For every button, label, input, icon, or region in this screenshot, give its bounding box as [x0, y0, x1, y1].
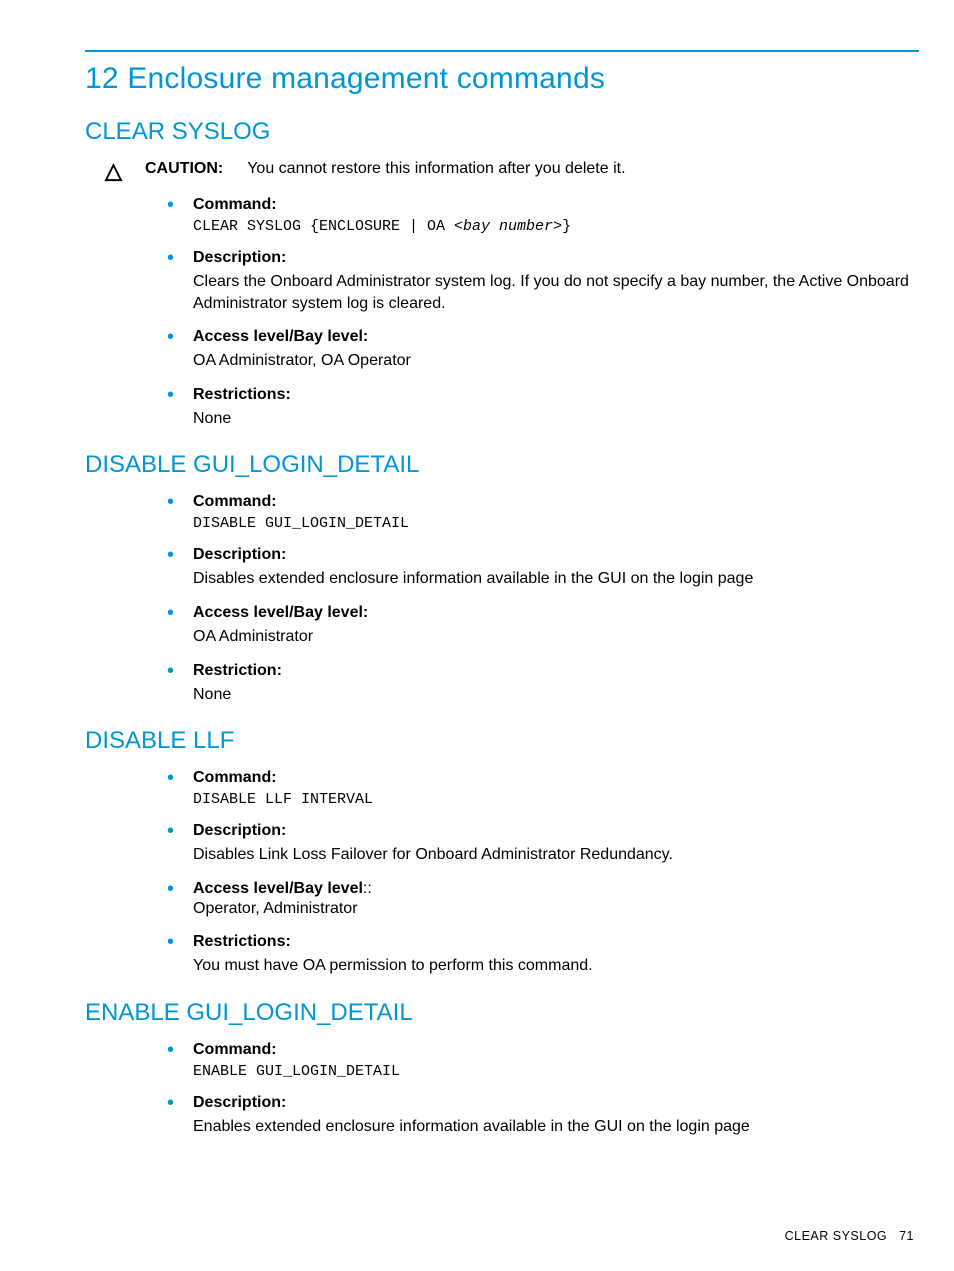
item-label: Description:	[193, 1094, 919, 1112]
item-label: Command:	[193, 769, 919, 787]
sections-container: CLEAR SYSLOG △CAUTION: You cannot restore …	[85, 118, 919, 1138]
item-code: DISABLE GUI_LOGIN_DETAIL	[193, 515, 919, 532]
section-heading: DISABLE LLF	[85, 727, 919, 755]
list-item: Command: CLEAR SYSLOG {ENCLOSURE | OA <ba…	[167, 196, 919, 235]
item-body: None	[193, 408, 919, 430]
caution-text: You cannot restore this information afte…	[247, 160, 625, 178]
list-item: Command: DISABLE LLF INTERVAL	[167, 769, 919, 808]
item-list: Command: CLEAR SYSLOG {ENCLOSURE | OA <ba…	[167, 196, 919, 429]
list-item: Access level/Bay level: OA Administrator,…	[167, 328, 919, 372]
item-code: ENABLE GUI_LOGIN_DETAIL	[193, 1063, 919, 1080]
item-label: Restriction:	[193, 662, 919, 680]
item-label: Command:	[193, 493, 919, 511]
list-item: Description: Disables extended enclosure …	[167, 546, 919, 590]
item-label: Description:	[193, 249, 919, 267]
footer-page: 71	[899, 1229, 914, 1243]
item-body: You must have OA permission to perform t…	[193, 955, 919, 977]
list-item: Restrictions: None	[167, 386, 919, 430]
list-item: Restrictions: You must have OA permission…	[167, 933, 919, 977]
list-item: Restriction: None	[167, 662, 919, 706]
item-label: Description:	[193, 822, 919, 840]
item-list: Command: DISABLE GUI_LOGIN_DETAIL Descript…	[167, 493, 919, 705]
item-body: Disables extended enclosure information …	[193, 568, 919, 590]
list-item: Description: Clears the Onboard Administr…	[167, 249, 919, 314]
item-label: Access level/Bay level:	[193, 328, 919, 346]
item-label: Restrictions:	[193, 933, 919, 951]
item-code: DISABLE LLF INTERVAL	[193, 791, 919, 808]
item-label: Restrictions:	[193, 386, 919, 404]
list-item: Access level/Bay level::Operator, Admini…	[167, 880, 919, 920]
item-label: Command:	[193, 196, 919, 214]
item-list: Command: DISABLE LLF INTERVAL Description:…	[167, 769, 919, 977]
item-label-suffix: ::	[363, 880, 372, 897]
item-label: Access level/Bay level:	[193, 604, 919, 622]
footer-text: CLEAR SYSLOG	[785, 1229, 888, 1243]
item-body: None	[193, 684, 919, 706]
list-item: Command: ENABLE GUI_LOGIN_DETAIL	[167, 1041, 919, 1080]
chapter-heading: 12 Enclosure management commands	[85, 62, 919, 96]
item-body: OA Administrator, OA Operator	[193, 350, 919, 372]
list-item: Description: Enables extended enclosure i…	[167, 1094, 919, 1138]
item-body: Clears the Onboard Administrator system …	[193, 271, 919, 314]
item-label: Command:	[193, 1041, 919, 1059]
section-heading: ENABLE GUI_LOGIN_DETAIL	[85, 999, 919, 1027]
item-label: Description:	[193, 546, 919, 564]
caution-row: △CAUTION: You cannot restore this informa…	[105, 160, 919, 182]
list-item: Command: DISABLE GUI_LOGIN_DETAIL	[167, 493, 919, 532]
item-body: OA Administrator	[193, 626, 919, 648]
item-code: CLEAR SYSLOG {ENCLOSURE | OA <bay number…	[193, 218, 919, 235]
item-label: Access level/Bay level	[193, 880, 363, 897]
list-item: Description: Disables Link Loss Failover …	[167, 822, 919, 866]
item-body: Enables extended enclosure information a…	[193, 1116, 919, 1138]
item-body: Operator, Administrator	[193, 898, 919, 920]
section-heading: DISABLE GUI_LOGIN_DETAIL	[85, 451, 919, 479]
caution-icon: △	[105, 160, 145, 182]
caution-label: CAUTION:	[145, 160, 223, 178]
list-item: Access level/Bay level: OA Administrator	[167, 604, 919, 648]
chapter-number: 12	[85, 62, 119, 95]
chapter-title: Enclosure management commands	[127, 62, 605, 95]
item-list: Command: ENABLE GUI_LOGIN_DETAIL Descripti…	[167, 1041, 919, 1138]
top-rule	[85, 50, 919, 52]
section-heading: CLEAR SYSLOG	[85, 118, 919, 146]
item-body: Disables Link Loss Failover for Onboard …	[193, 844, 919, 866]
page-footer: CLEAR SYSLOG 71	[785, 1229, 914, 1243]
